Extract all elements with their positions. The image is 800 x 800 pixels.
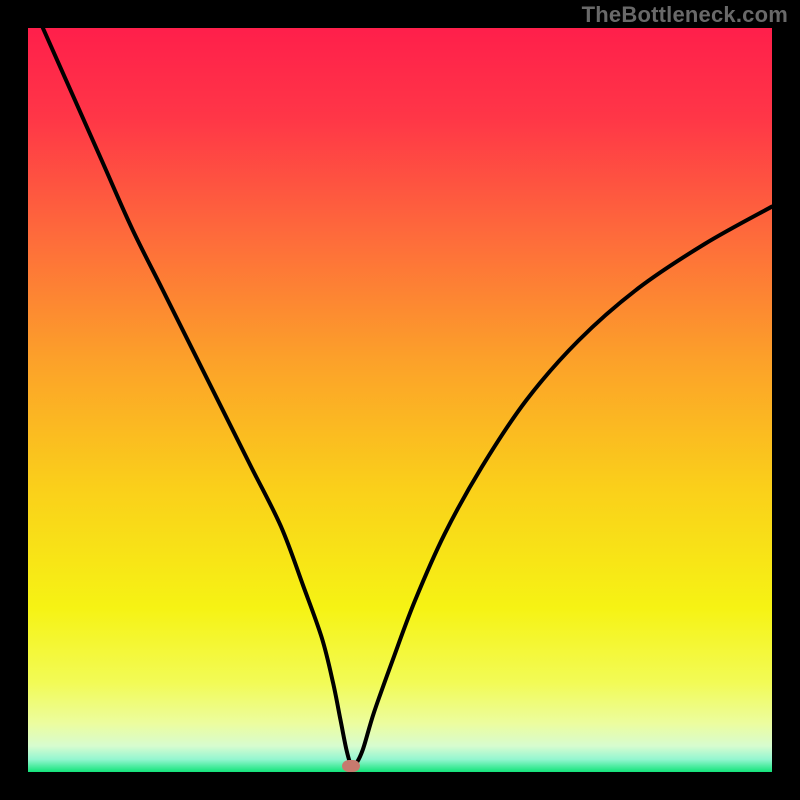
bottleneck-curve [28, 28, 772, 772]
optimal-point-marker [342, 760, 360, 772]
watermark-text: TheBottleneck.com [582, 2, 788, 28]
plot-area [28, 28, 772, 772]
chart-frame: TheBottleneck.com [0, 0, 800, 800]
